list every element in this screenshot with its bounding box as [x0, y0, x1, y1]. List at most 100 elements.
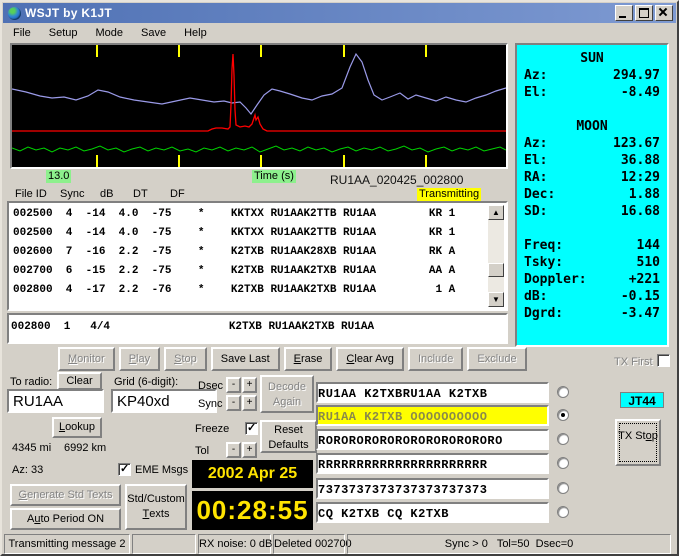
app-globe-icon	[8, 6, 21, 20]
time-display: 00:28:55	[192, 491, 313, 530]
lookup-button[interactable]: Lookup	[52, 417, 102, 438]
message-field-3[interactable]: RORORORORORORORORORORORO	[316, 429, 549, 450]
tx-first-checkbox[interactable]	[657, 354, 670, 367]
clear-callsign-button[interactable]: Clear	[57, 372, 102, 390]
minimize-button[interactable]	[615, 5, 633, 21]
distance-miles: 4345 mi	[12, 442, 52, 454]
moon-sd-label: SD:	[524, 204, 548, 219]
mode-badge: JT44	[620, 392, 664, 408]
decoded-row[interactable]: 002500 4 -14 4.0 -75 * KKTXX RU1AAK2TTB …	[11, 205, 488, 224]
sun-title: SUN	[580, 51, 604, 66]
sun-el-label: El:	[524, 85, 548, 100]
close-icon	[658, 7, 668, 17]
tol-minus-button[interactable]: -	[226, 442, 241, 458]
sun-az-value: 294.97	[613, 68, 660, 83]
message-radio-2[interactable]	[557, 409, 569, 421]
main-toolbar: Monitor Play Stop Save Last Erase Clear …	[58, 347, 527, 371]
decoded-list: 002500 4 -14 4.0 -75 * KKTXX RU1AAK2TTB …	[7, 201, 508, 311]
erase-button[interactable]: Erase	[283, 347, 333, 371]
freeze-checkbox[interactable]	[245, 421, 258, 435]
menu-mode[interactable]: Mode	[86, 25, 132, 42]
menu-save[interactable]: Save	[132, 25, 175, 42]
clear-avg-button[interactable]: Clear Avg	[336, 347, 404, 371]
maximize-icon	[639, 8, 649, 18]
message-field-4[interactable]: RRRRRRRRRRRRRRRRRRRRRR	[316, 453, 549, 474]
dsec-plus-button[interactable]: +	[242, 377, 257, 393]
tsky-label: Tsky:	[524, 255, 564, 270]
stop-button: Stop	[164, 347, 207, 371]
message-field-2[interactable]: RU1AA K2TXB OOOOOOOOOO	[316, 405, 549, 426]
moon-sd-value: 16.68	[620, 204, 660, 219]
std-custom-texts-button[interactable]: Std/Custom Texts	[125, 484, 187, 530]
titlebar: WSJT by K1JT	[3, 3, 676, 23]
eme-msgs-label: EME Msgs	[135, 464, 189, 476]
dsec-minus-button[interactable]: -	[226, 377, 241, 393]
message-field-6[interactable]: CQ K2TXB CQ K2TXB	[316, 502, 549, 523]
status-sync-tol: Sync > 0 Tol=50 Dsec=0	[347, 534, 671, 554]
db-value: -0.15	[620, 289, 660, 304]
auto-period-button[interactable]: Auto Period ON	[10, 508, 121, 530]
status-bar: Transmitting message 2 RX noise: 0 dB De…	[2, 534, 677, 554]
tol-label: Tol	[195, 445, 210, 457]
col-header-dt: DT	[133, 188, 148, 200]
message-radio-4[interactable]	[557, 457, 569, 469]
message-field-5[interactable]: 7373737373737373737373	[316, 478, 549, 499]
grid-label: Grid (6-digit):	[114, 376, 179, 388]
status-rx-noise: RX noise: 0 dB	[198, 534, 272, 554]
decoded-row[interactable]: 002700 6 -15 2.2 -75 * K2TXB RU1AAK2TXB …	[11, 262, 488, 281]
decoded-row[interactable]: 002500 4 -14 4.0 -75 * KKTXX RU1AAK2TTB …	[11, 224, 488, 243]
scroll-thumb[interactable]	[488, 263, 504, 277]
astro-panel: SUN Az: 294.97 El: -8.49 MOON Az: 123.67 El…	[515, 43, 669, 347]
moon-az-label: Az:	[524, 136, 548, 151]
tx-first-label: TX First	[614, 356, 653, 368]
sun-az-label: Az:	[524, 68, 548, 83]
message-radio-6[interactable]	[557, 506, 569, 518]
maximize-button[interactable]	[635, 5, 653, 21]
freeze-label: Freeze	[195, 423, 230, 435]
graph-axis-label: Time (s)	[252, 170, 296, 183]
sync-label: Sync	[198, 398, 223, 410]
eme-msgs-checkbox[interactable]	[118, 462, 131, 476]
reset-defaults-button[interactable]: Reset Defaults	[260, 420, 317, 453]
to-radio-label: To radio:	[10, 376, 53, 388]
status-deleted: Deleted 002700	[273, 534, 352, 554]
tx-stop-button[interactable]: TX Stop	[615, 419, 661, 466]
graph-left-tick-label: 13.0	[46, 170, 72, 183]
scroll-up-icon[interactable]: ▲	[488, 205, 504, 220]
menu-help[interactable]: Help	[175, 25, 216, 42]
sync-plus-button[interactable]: +	[242, 395, 257, 411]
menu-setup[interactable]: Setup	[40, 25, 87, 42]
average-row: 002800 1 4/4 K2TXB RU1AAK2TXB RU1AA	[11, 321, 375, 333]
menu-file[interactable]: File	[4, 25, 40, 42]
message-field-1[interactable]: RU1AA K2TXBRU1AA K2TXB	[316, 382, 549, 403]
waveform-graph	[10, 43, 508, 169]
decode-again-button: Decode Again	[260, 375, 314, 413]
graph-svg	[12, 45, 506, 167]
status-empty	[132, 534, 196, 554]
freq-label: Freq:	[524, 238, 564, 253]
date-display: 2002 Apr 25	[192, 460, 313, 488]
minimize-icon	[619, 16, 626, 18]
decoded-row[interactable]: 002800 4 -17 2.2 -76 * K2TXB RU1AAK2TXB …	[11, 281, 488, 300]
message-radio-3[interactable]	[557, 433, 569, 445]
wsjt-window: WSJT by K1JT File Setup Mode Save Help 1…	[0, 0, 679, 556]
monitor-button: Monitor	[58, 347, 115, 371]
message-radio-1[interactable]	[557, 386, 569, 398]
close-button[interactable]	[655, 5, 673, 21]
status-transmit: Transmitting message 2	[4, 534, 130, 554]
moon-dec-value: 1.88	[628, 187, 660, 202]
save-last-button[interactable]: Save Last	[210, 347, 280, 371]
list-scrollbar[interactable]: ▲ ▼	[488, 205, 504, 307]
message-radio-5[interactable]	[557, 482, 569, 494]
callsign-input[interactable]: RU1AA	[7, 389, 104, 413]
transmitting-badge: Transmitting	[417, 188, 482, 201]
scroll-down-icon[interactable]: ▼	[488, 292, 504, 307]
dgrd-value: -3.47	[620, 306, 660, 321]
sync-minus-button[interactable]: -	[226, 395, 241, 411]
play-button: Play	[118, 347, 161, 371]
distance-km: 6992 km	[64, 442, 107, 454]
decoded-row[interactable]: 002600 7 -16 2.2 -75 * K2TXB RU1AAK28XB …	[11, 243, 488, 262]
tol-plus-button[interactable]: +	[242, 442, 257, 458]
col-header-file-id: File ID	[15, 188, 47, 200]
moon-az-value: 123.67	[613, 136, 660, 151]
